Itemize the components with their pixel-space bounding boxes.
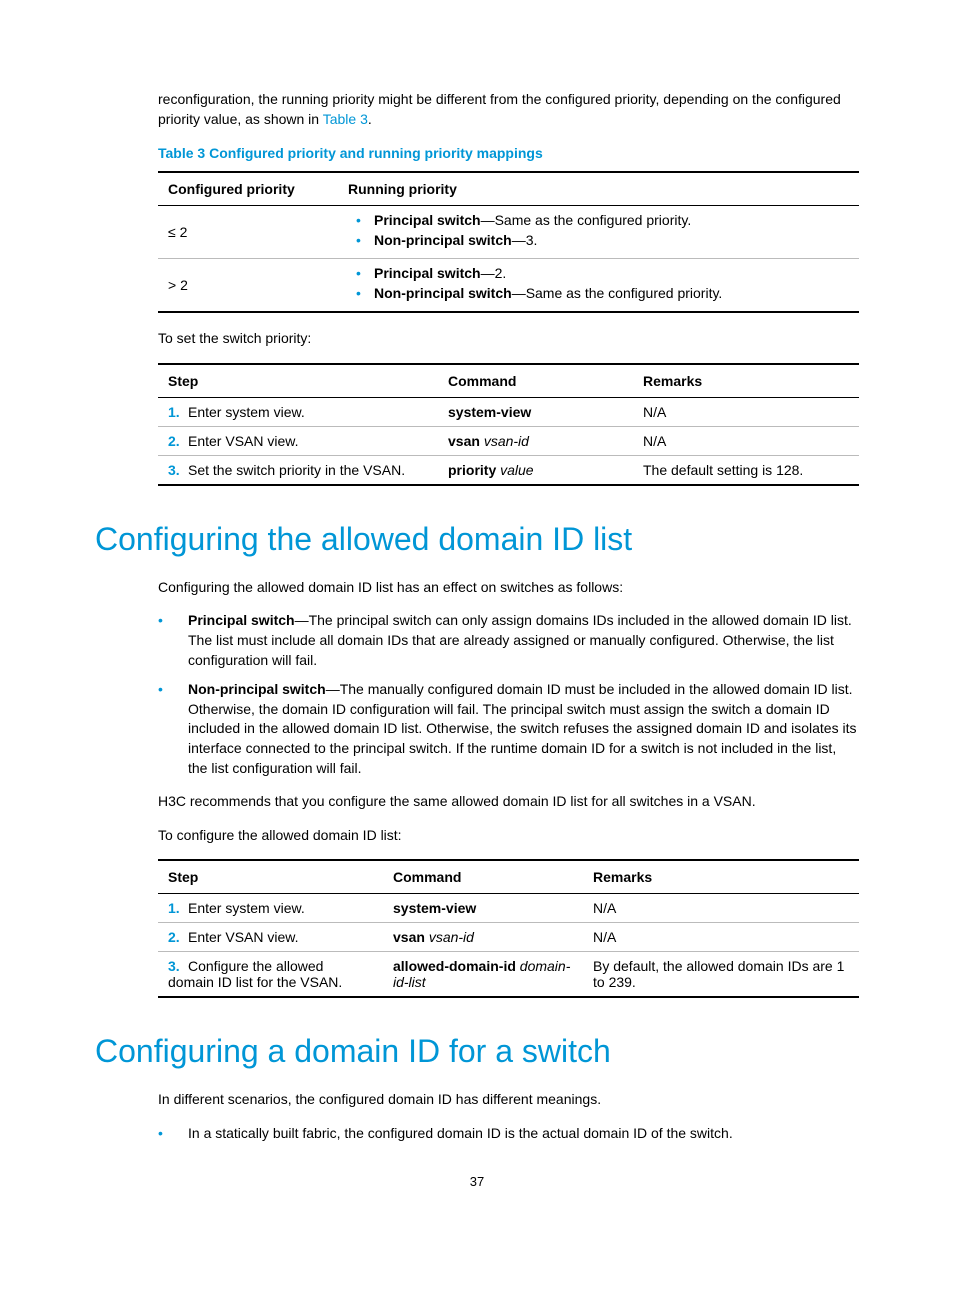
page-number: 37	[95, 1174, 859, 1189]
steps-table-1: Step Command Remarks 1.Enter system view…	[158, 363, 859, 486]
command-bold: priority	[448, 462, 496, 478]
secta-p3: To configure the allowed domain ID list:	[158, 826, 859, 846]
bullet-bold: Principal switch	[188, 612, 295, 628]
step-text: Enter VSAN view.	[188, 433, 299, 449]
step-text: Enter VSAN view.	[188, 929, 299, 945]
intro-text-b: .	[368, 111, 372, 127]
list-item: In a statically built fabric, the config…	[158, 1124, 859, 1144]
t3-r1-b-rest: —3.	[512, 232, 538, 248]
s2-h-remarks: Remarks	[583, 860, 859, 894]
t3-r1-cp: ≤ 2	[158, 206, 338, 259]
t3-header-configured: Configured priority	[158, 172, 338, 206]
t3-r1-a-rest: —Same as the configured priority.	[481, 212, 692, 228]
remarks: N/A	[633, 397, 859, 426]
heading-allowed-domain-id: Configuring the allowed domain ID list	[95, 521, 859, 558]
remarks: By default, the allowed domain IDs are 1…	[583, 952, 859, 998]
table-row: 3.Configure the allowed domain ID list f…	[158, 952, 859, 998]
step-number: 1.	[168, 900, 188, 916]
page-content: reconfiguration, the running priority mi…	[0, 0, 954, 1249]
table-3-caption: Table 3 Configured priority and running …	[158, 145, 859, 161]
s2-h-command: Command	[383, 860, 583, 894]
command-arg: value	[500, 462, 533, 478]
secta-p1: Configuring the allowed domain ID list h…	[158, 578, 859, 598]
remarks: N/A	[633, 426, 859, 455]
table-row: 3.Set the switch priority in the VSAN. p…	[158, 455, 859, 485]
t3-r2-a-rest: —2.	[481, 265, 507, 281]
secta-bullets: Principal switch—The principal switch ca…	[158, 611, 859, 778]
table-row: 1.Enter system view. system-view N/A	[158, 894, 859, 923]
table-3: Configured priority Running priority ≤ 2…	[158, 171, 859, 313]
bullet-bold: Non-principal switch	[188, 681, 326, 697]
step-number: 2.	[168, 433, 188, 449]
table-row: 1.Enter system view. system-view N/A	[158, 397, 859, 426]
command-bold: vsan	[448, 433, 480, 449]
s1-h-step: Step	[158, 364, 438, 398]
table-row: 2.Enter VSAN view. vsan vsan-id N/A	[158, 923, 859, 952]
t3-r2-b-bold: Non-principal switch	[374, 285, 512, 301]
t3-r2-a-bold: Principal switch	[374, 265, 481, 281]
s1-h-command: Command	[438, 364, 633, 398]
remarks: N/A	[583, 894, 859, 923]
step-text: Enter system view.	[188, 404, 305, 420]
intro-paragraph: reconfiguration, the running priority mi…	[158, 90, 859, 129]
steps1-intro: To set the switch priority:	[158, 329, 859, 349]
s2-h-step: Step	[158, 860, 383, 894]
table-row: 2.Enter VSAN view. vsan vsan-id N/A	[158, 426, 859, 455]
t3-r2-b-rest: —Same as the configured priority.	[512, 285, 723, 301]
t3-r1-rp: Principal switch—Same as the configured …	[338, 206, 859, 259]
list-item: Principal switch—The principal switch ca…	[158, 611, 859, 670]
secta-p2: H3C recommends that you configure the sa…	[158, 792, 859, 812]
sectb-bullets: In a statically built fabric, the config…	[158, 1124, 859, 1144]
step-text: Configure the allowed domain ID list for…	[168, 958, 342, 990]
t3-r2-rp: Principal switch—2. Non-principal switch…	[338, 259, 859, 313]
table-row: > 2 Principal switch—2. Non-principal sw…	[158, 259, 859, 313]
command-bold: system-view	[393, 900, 476, 916]
remarks: N/A	[583, 923, 859, 952]
command-bold: system-view	[448, 404, 531, 420]
step-text: Set the switch priority in the VSAN.	[188, 462, 405, 478]
step-text: Enter system view.	[188, 900, 305, 916]
command-arg: vsan-id	[484, 433, 529, 449]
steps-table-2: Step Command Remarks 1.Enter system view…	[158, 859, 859, 998]
t3-r2-cp: > 2	[158, 259, 338, 313]
step-number: 3.	[168, 462, 188, 478]
step-number: 1.	[168, 404, 188, 420]
bullet-text: In a statically built fabric, the config…	[188, 1125, 733, 1141]
remarks: The default setting is 128.	[633, 455, 859, 485]
command-bold: vsan	[393, 929, 425, 945]
heading-domain-id-switch: Configuring a domain ID for a switch	[95, 1033, 859, 1070]
command-arg: vsan-id	[429, 929, 474, 945]
list-item: Non-principal switch—The manually config…	[158, 680, 859, 778]
intro-text-a: reconfiguration, the running priority mi…	[158, 91, 841, 127]
table-row: ≤ 2 Principal switch—Same as the configu…	[158, 206, 859, 259]
step-number: 2.	[168, 929, 188, 945]
step-number: 3.	[168, 958, 188, 974]
t3-r1-a-bold: Principal switch	[374, 212, 481, 228]
command-bold: allowed-domain-id	[393, 958, 516, 974]
sectb-p1: In different scenarios, the configured d…	[158, 1090, 859, 1110]
t3-header-running: Running priority	[338, 172, 859, 206]
s1-h-remarks: Remarks	[633, 364, 859, 398]
table-3-link[interactable]: Table 3	[323, 111, 368, 127]
t3-r1-b-bold: Non-principal switch	[374, 232, 512, 248]
